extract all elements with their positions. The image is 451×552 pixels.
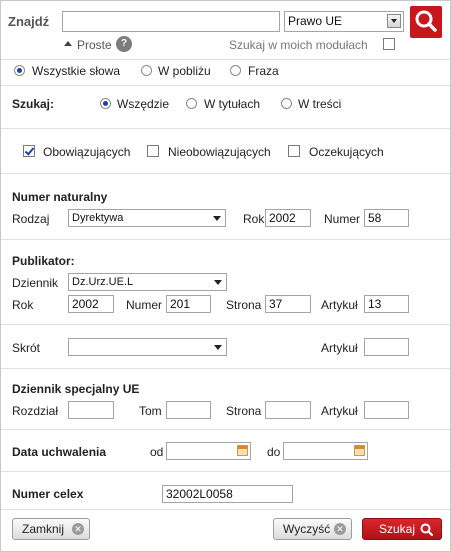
checkbox-not-in-force[interactable] [147, 145, 159, 157]
divider [1, 324, 450, 325]
checkbox-pending[interactable] [288, 145, 300, 157]
radio-in-content-label: W treści [298, 97, 342, 111]
close-icon: ✕ [72, 523, 84, 535]
publisher-heading: Publikator: [12, 254, 75, 268]
pub-page-label: Strona [226, 298, 262, 312]
find-label: Znajdź [8, 14, 50, 29]
nn-number-input[interactable]: 58 [364, 209, 409, 227]
search-input[interactable] [62, 11, 280, 32]
checkbox-not-in-force-label: Nieobowiązujących [168, 145, 271, 159]
clear-button-label: Wyczyść [283, 522, 331, 536]
radio-in-titles-label: W tytułach [204, 97, 261, 111]
chapter-input[interactable] [68, 401, 114, 419]
adoption-date-heading: Data uchwalenia [12, 445, 107, 459]
pub-number-input[interactable]: 201 [166, 295, 211, 313]
chevron-down-icon [214, 280, 222, 285]
close-icon: ✕ [334, 523, 346, 535]
scope-select-value: Prawo UE [288, 14, 343, 28]
clear-button[interactable]: Wyczyść ✕ [273, 518, 352, 540]
divider [1, 239, 450, 240]
chevron-down-icon [214, 345, 222, 350]
volume-input[interactable] [166, 401, 211, 419]
radio-nearby[interactable] [141, 65, 152, 76]
search-button-label: Szukaj [379, 522, 416, 536]
radio-everywhere[interactable] [100, 98, 111, 109]
checkbox-in-force[interactable] [23, 145, 35, 157]
divider [1, 429, 450, 430]
radio-in-titles[interactable] [186, 98, 197, 109]
journal-select[interactable]: Dz.Urz.UE.L [68, 273, 227, 291]
search-panel: Znajdź Prawo UE Proste ? Szukaj w moich … [0, 0, 451, 552]
journal-label: Dziennik [12, 276, 59, 290]
nn-number-label: Numer [324, 212, 361, 226]
search-icon [420, 523, 433, 536]
close-button[interactable]: Zamknij ✕ [12, 518, 90, 540]
type-select-value: Dyrektywa [72, 212, 124, 224]
caret-up-icon [64, 41, 72, 46]
pub-article-label: Artykuł [321, 298, 358, 312]
close-button-label: Zamknij [22, 522, 65, 536]
type-label: Rodzaj [12, 212, 50, 226]
date-from-input[interactable] [166, 442, 251, 460]
sj-article-input[interactable] [364, 401, 409, 419]
type-select[interactable]: Dyrektywa [68, 209, 226, 227]
radio-in-content[interactable] [281, 98, 292, 109]
search-icon [415, 10, 437, 32]
divider [1, 85, 450, 86]
sj-article-label: Artykuł [321, 404, 358, 418]
celex-input[interactable]: 32002L0058 [162, 485, 293, 503]
date-to-label: do [267, 445, 281, 459]
journal-select-value: Dz.Urz.UE.L [72, 276, 134, 288]
pub-year-input[interactable]: 2002 [68, 295, 114, 313]
date-from-label: od [150, 445, 164, 459]
my-modules-label: Szukaj w moich modułach [229, 38, 368, 52]
divider [1, 471, 450, 472]
checkbox-pending-label: Oczekujących [309, 145, 384, 159]
nn-year-input[interactable]: 2002 [265, 209, 311, 227]
scope-label: Szukaj: [12, 97, 55, 111]
special-journal-heading: Dziennik specjalny UE [12, 382, 140, 396]
radio-phrase-label: Fraza [248, 64, 279, 78]
scope-select[interactable]: Prawo UE [284, 11, 404, 32]
search-button[interactable]: Szukaj [362, 518, 442, 540]
natural-number-heading: Numer naturalny [12, 190, 108, 204]
chevron-down-icon [387, 14, 401, 28]
pub-page-input[interactable]: 37 [265, 295, 311, 313]
divider [1, 509, 450, 510]
pub-year-label: Rok [12, 298, 34, 312]
calendar-icon[interactable] [237, 445, 248, 456]
pub-number-label: Numer [126, 298, 163, 312]
abbrev-select[interactable] [68, 338, 227, 356]
date-to-input[interactable] [283, 442, 368, 460]
celex-heading: Numer celex [12, 487, 84, 501]
abbrev-article-input[interactable] [364, 338, 409, 356]
checkbox-in-force-label: Obowiązujących [43, 145, 131, 159]
help-icon[interactable]: ? [116, 36, 132, 52]
search-submit-icon-button[interactable] [410, 6, 442, 38]
calendar-icon[interactable] [354, 445, 365, 456]
divider [1, 368, 450, 369]
abbrev-article-label: Artykuł [321, 341, 358, 355]
divider [1, 59, 450, 60]
radio-all-words-label: Wszystkie słowa [32, 64, 121, 78]
radio-everywhere-label: Wszędzie [117, 97, 170, 111]
radio-nearby-label: W pobliżu [158, 64, 211, 78]
volume-label: Tom [139, 404, 162, 418]
my-modules-checkbox[interactable] [383, 38, 395, 50]
chevron-down-icon [213, 216, 221, 221]
chapter-label: Rozdział [12, 404, 59, 418]
radio-phrase[interactable] [230, 65, 241, 76]
nn-year-label: Rok [243, 212, 265, 226]
abbrev-label: Skrót [12, 341, 41, 355]
pub-article-input[interactable]: 13 [364, 295, 409, 313]
divider [1, 128, 450, 129]
simple-search-link[interactable]: Proste [77, 38, 112, 52]
radio-all-words[interactable] [14, 65, 25, 76]
sj-page-input[interactable] [265, 401, 311, 419]
divider [1, 173, 450, 174]
sj-page-label: Strona [226, 404, 262, 418]
